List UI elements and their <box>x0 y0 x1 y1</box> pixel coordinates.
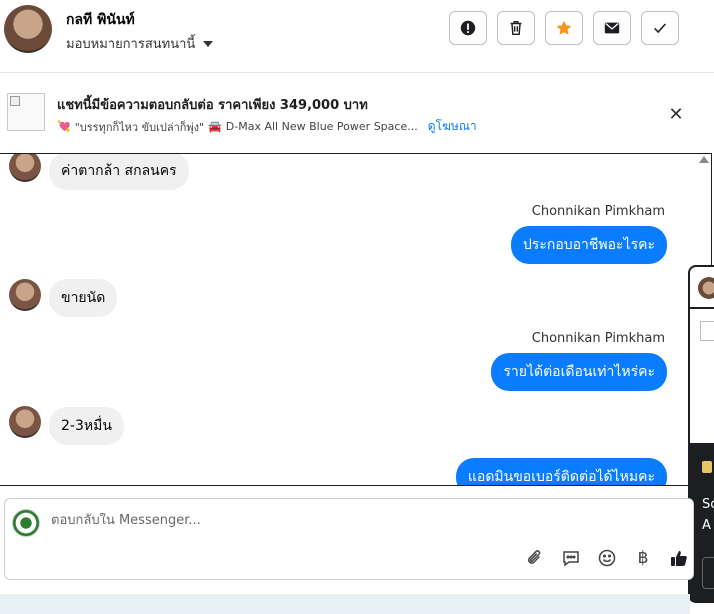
message-bubble-outgoing: ประกอบอาชีพอะไรคะ <box>510 226 667 264</box>
assign-label: มอบหมายการสนทนานี้ <box>66 37 196 52</box>
message-bubble-incoming: ขายนัด <box>49 279 118 317</box>
side-avatar <box>698 277 714 299</box>
caret-down-icon <box>203 41 214 47</box>
reply-input[interactable] <box>51 513 451 528</box>
saved-replies-button[interactable] <box>560 547 582 569</box>
ad-quote: "บรรทุกก็ไหว ขับเปล่าก็พุ่ง" <box>74 120 205 134</box>
contact-avatar-small[interactable] <box>9 154 41 182</box>
attach-button[interactable] <box>524 547 546 569</box>
side-thumbnail <box>700 321 714 341</box>
car-emoji-icon: 🚘 <box>208 120 222 133</box>
page-avatar <box>12 509 40 537</box>
conversation-header: กลที พินันท์ มอบหมายการสนทนานี้ <box>0 0 714 73</box>
contact-avatar-small[interactable] <box>9 406 41 438</box>
report-button[interactable] <box>449 11 487 45</box>
check-icon <box>654 23 666 34</box>
mail-icon <box>604 22 620 34</box>
side-panel-body <box>690 309 714 443</box>
ad-banner: แชทนี้มีข้อความตอบกลับต่อ ราคาเพียง 349,… <box>0 73 714 153</box>
ad-thumbnail[interactable] <box>7 93 45 131</box>
side-panel-text: Sc <box>702 497 714 512</box>
done-button[interactable] <box>641 11 679 45</box>
calendar-icon <box>702 461 712 473</box>
ad-title: แชทนี้มีข้อความตอบกลับต่อ ราคาเพียง 349,… <box>57 98 368 113</box>
side-panel-text: A <box>702 518 711 533</box>
paperclip-icon <box>527 550 541 564</box>
baht-icon: ฿ <box>637 548 649 568</box>
message-bubble-incoming: ค่าตากล้า สกลนคร <box>49 154 189 190</box>
trash-icon <box>510 20 522 36</box>
contact-name[interactable]: กลที พินันท์ <box>66 9 135 31</box>
exclamation-circle-icon <box>460 20 476 36</box>
view-ad-link[interactable]: ดูโฆษณา <box>428 117 477 136</box>
thumbs-up-icon <box>671 551 687 566</box>
payment-button[interactable]: ฿ <box>632 547 654 569</box>
mail-button[interactable] <box>593 11 631 45</box>
sender-name: Chonnikan Pimkham <box>531 331 665 346</box>
assign-conversation-dropdown[interactable]: มอบหมายการสนทนานี้ <box>66 33 214 54</box>
ad-subtitle: 💘 "บรรทุกก็ไหว ขับเปล่าก็พุ่ง" 🚘 D-Max A… <box>57 117 477 136</box>
footer-strip <box>0 594 690 614</box>
delete-button[interactable] <box>497 11 535 45</box>
side-panel-button[interactable] <box>702 557 714 589</box>
message-bubble-outgoing: แอดมินขอเบอร์ติดต่อได้ไหมคะ <box>455 458 667 485</box>
contact-avatar[interactable] <box>4 5 52 53</box>
sender-name: Chonnikan Pimkham <box>531 204 665 219</box>
star-icon <box>556 20 572 35</box>
chat-bubble-icon <box>563 551 579 567</box>
like-button[interactable] <box>668 547 690 569</box>
message-bubble-incoming: 2-3หมื่น <box>49 407 124 445</box>
message-thread[interactable]: ค่าตากล้า สกลนคร Chonnikan Pimkham ประกอ… <box>0 153 712 486</box>
star-button[interactable] <box>545 11 583 45</box>
side-panel-header <box>690 267 714 307</box>
emoji-button[interactable] <box>596 547 618 569</box>
scroll-up-icon[interactable] <box>699 156 709 163</box>
ad-text: D-Max All New Blue Power Space... <box>225 120 418 133</box>
close-icon[interactable]: ✕ <box>664 102 688 126</box>
reply-composer: ฿ <box>4 498 694 580</box>
heart-emoji-icon: 💘 <box>57 120 71 133</box>
message-bubble-outgoing: รายได้ต่อเดือนเท่าไหร่คะ <box>491 353 667 391</box>
smiley-icon <box>598 549 616 567</box>
contact-avatar-small[interactable] <box>9 279 41 311</box>
